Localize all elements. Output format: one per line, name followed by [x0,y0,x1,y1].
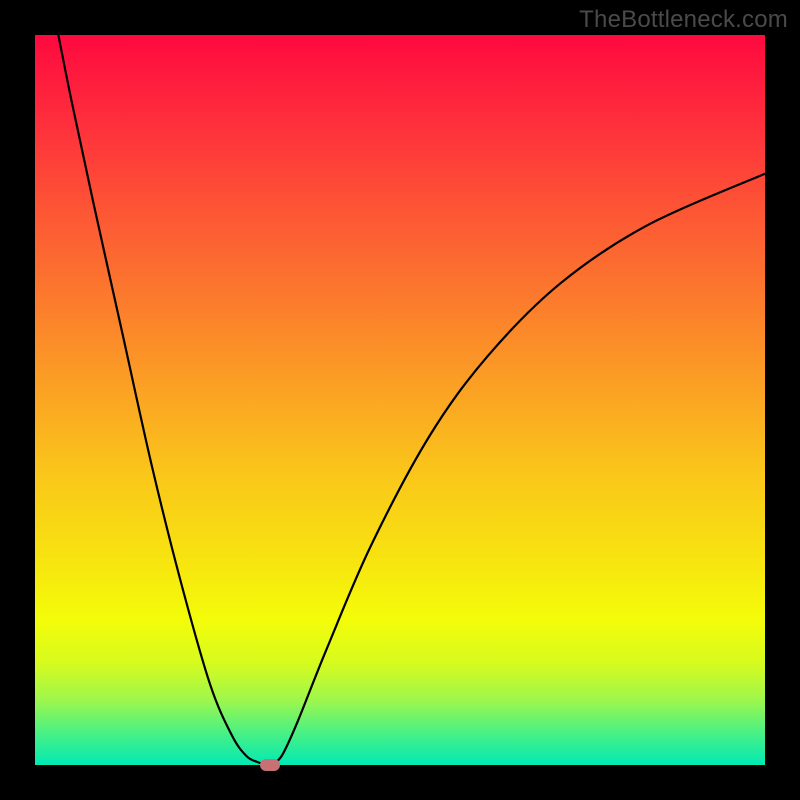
chart-frame: TheBottleneck.com [0,0,800,800]
bottleneck-curve [35,35,765,765]
watermark-text: TheBottleneck.com [579,6,788,34]
plot-area [35,35,765,765]
optimum-marker [260,759,280,771]
curve-path [58,35,765,765]
